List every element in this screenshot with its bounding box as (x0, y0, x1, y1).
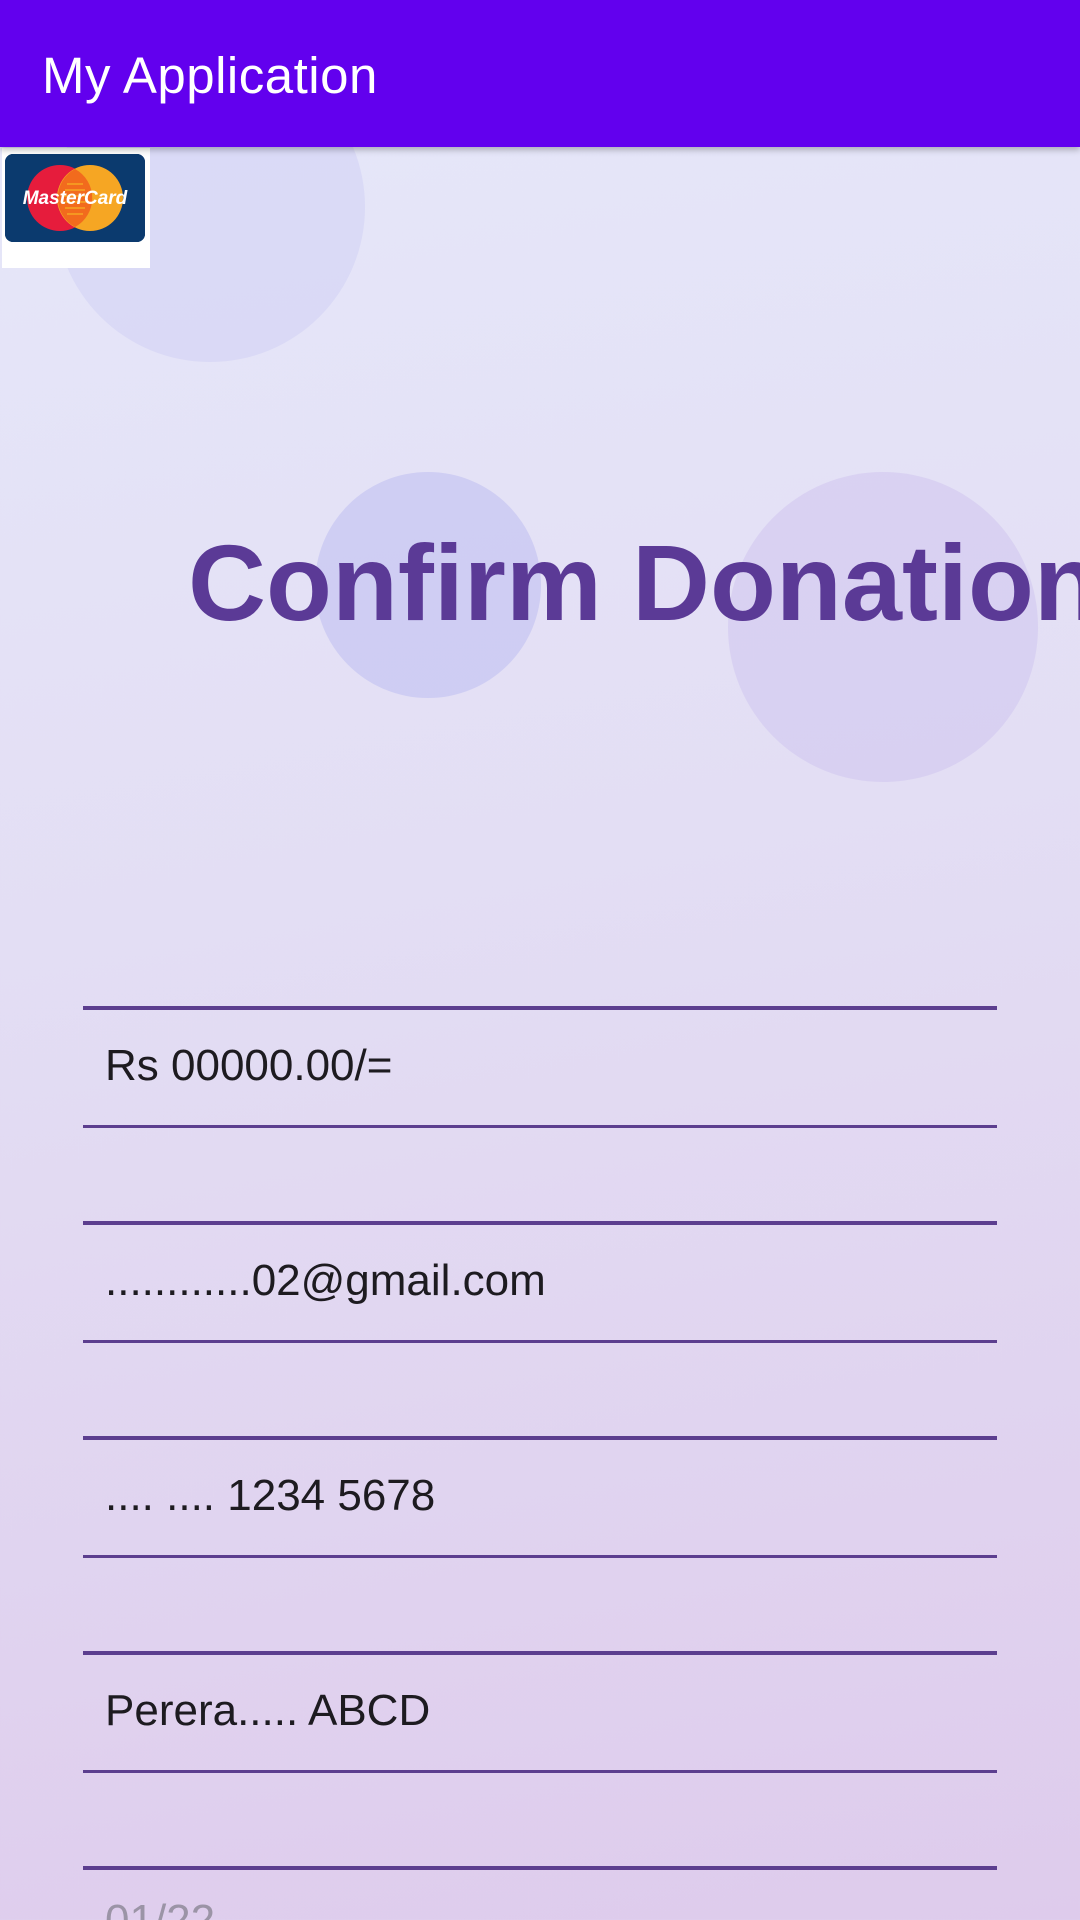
app-title: My Application (42, 47, 378, 104)
payment-card-logo: MasterCard (2, 148, 150, 268)
svg-text:MasterCard: MasterCard (23, 188, 128, 209)
email-field[interactable]: ............02@gmail.com (83, 1221, 997, 1343)
card-holder-field[interactable]: Perera..... ABCD (83, 1651, 997, 1773)
expiry-field[interactable]: 01/22 (83, 1866, 997, 1920)
mastercard-logo-icon: MasterCard (5, 154, 145, 242)
card-holder-value: Perera..... ABCD (105, 1686, 431, 1735)
amount-field[interactable]: Rs 00000.00/= (83, 1006, 997, 1128)
amount-value: Rs 00000.00/= (105, 1041, 393, 1090)
card-number-field[interactable]: .... .... 1234 5678 (83, 1436, 997, 1558)
expiry-placeholder: 01/22 (105, 1896, 215, 1920)
page-title: Confirm Donation (188, 522, 1080, 643)
app-bar: My Application (0, 0, 1080, 147)
email-value: ............02@gmail.com (105, 1256, 546, 1305)
card-number-value: .... .... 1234 5678 (105, 1471, 436, 1520)
